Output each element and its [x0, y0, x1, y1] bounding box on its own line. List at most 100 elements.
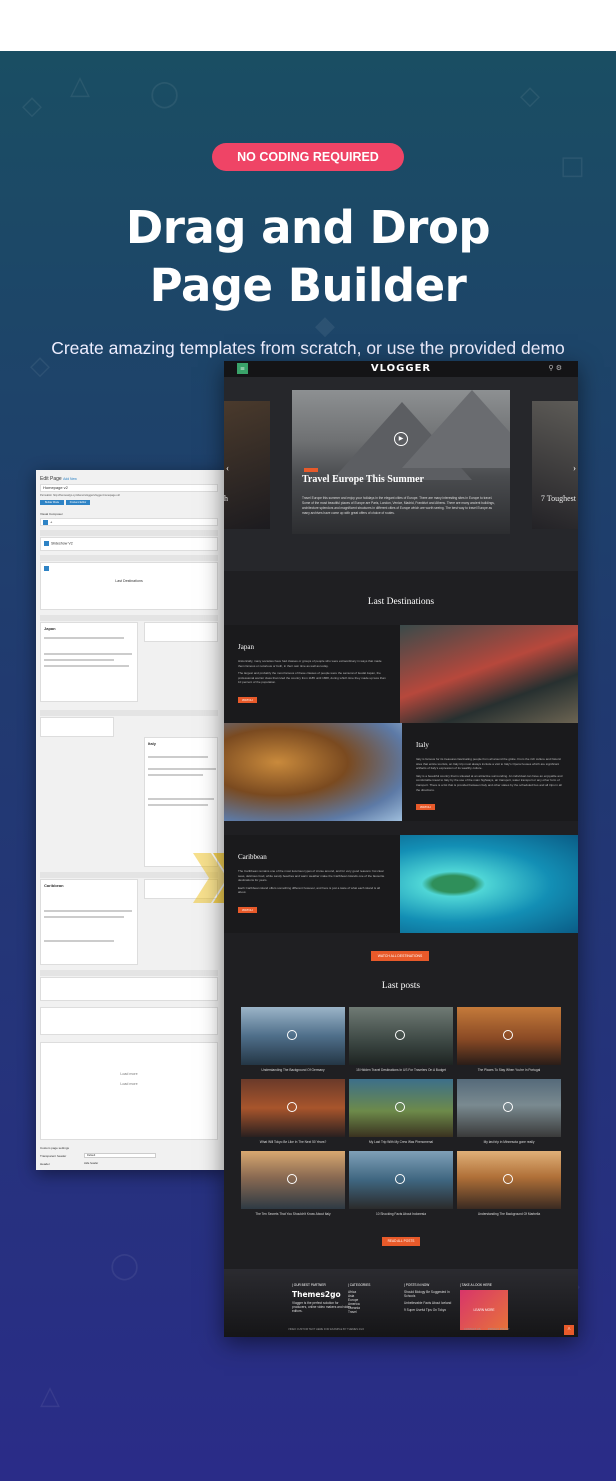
permalink[interactable]: Permalink: http://themes2go.xyz/demo/vlo… — [40, 494, 120, 497]
site-logo[interactable]: VLOGGER — [224, 363, 578, 374]
footer-heading: | TAKE A LOOK HERE — [460, 1283, 492, 1287]
add-new-link[interactable]: Add New — [63, 477, 77, 481]
prev-slide[interactable] — [224, 401, 270, 529]
text-line — [44, 659, 114, 661]
play-icon — [395, 1174, 405, 1184]
play-icon — [395, 1030, 405, 1040]
frontend-editor-button[interactable]: Frontend Editor — [66, 500, 90, 505]
text-line — [148, 756, 208, 758]
slider-prev-arrow[interactable]: ‹ — [226, 463, 229, 473]
next-slide[interactable] — [532, 401, 578, 529]
page-title: Drag and Drop Page Builder — [0, 199, 616, 315]
decor-shape: □ — [560, 151, 585, 181]
post-card[interactable]: 15 Hidden Travel Destinations In US For … — [349, 1007, 453, 1072]
post-title: My last trip in Minnesota gone really — [483, 1140, 535, 1144]
play-icon — [395, 1102, 405, 1112]
post-title: The Ten Secrets That You Shouldn't Know … — [255, 1212, 331, 1216]
main-slide[interactable]: ▶ Travel Europe This Summer Travel Europ… — [292, 390, 510, 534]
hide-header-checkbox[interactable]: Hide header — [84, 1162, 98, 1165]
caribbean-column[interactable]: Caribbean — [40, 879, 138, 965]
post-grid-element[interactable]: Load more Load more — [40, 1042, 218, 1140]
empty-row[interactable] — [40, 1007, 218, 1035]
decor-shape: ◆ — [315, 311, 335, 341]
watch-button[interactable]: WATCH — [238, 696, 257, 703]
post-card[interactable]: What Will Tokyo Be Like In The Next 50 Y… — [241, 1079, 345, 1144]
contact-link[interactable]: CONTACT US — [464, 1328, 481, 1331]
post-card[interactable]: Understanding The Background Of Marbella — [457, 1151, 561, 1216]
promo-banner[interactable]: LEARN MORE — [460, 1290, 508, 1330]
destinations-row[interactable]: Last Destinations — [40, 562, 218, 610]
text-line — [44, 940, 114, 942]
editor-heading: Edit Page Add New — [40, 476, 77, 482]
site-navbar: ≡ VLOGGER ⚲ ⚙ — [224, 361, 578, 377]
play-icon[interactable]: ▶ — [394, 432, 408, 446]
nav-icons[interactable]: ⚲ ⚙ — [548, 364, 562, 372]
section-element[interactable] — [40, 977, 218, 1001]
text-line — [44, 653, 132, 655]
caribbean-label: Caribbean — [44, 883, 64, 888]
wp-editor-screenshot: Edit Page Add New Homepage v2 Permalink:… — [36, 470, 226, 1170]
post-card[interactable]: My last trip in Minnesota gone really — [457, 1079, 561, 1144]
destination-name: Italy — [416, 741, 429, 749]
hero-slider: h 7 Toughest ‹ › ▶ Travel Europe This Su… — [224, 377, 578, 571]
watch-button[interactable]: WATCH — [416, 804, 435, 811]
footer-col-categories: | CATEGORIES Africa Asia Europe America … — [348, 1283, 398, 1314]
row-control-bar[interactable] — [40, 970, 218, 976]
privacy-link[interactable]: PRIVACY POLICY — [488, 1328, 509, 1331]
row-control-bar[interactable] — [40, 530, 218, 536]
footer-post-link[interactable]: Unbelievable Facts About Iceland — [404, 1301, 454, 1305]
row-control-bar[interactable] — [40, 615, 218, 621]
footer-col-partner: | OUR BEST PARTNER Themes2go Vlogger is … — [292, 1283, 352, 1313]
slideshow-element[interactable]: Slideshow V2 — [40, 537, 218, 551]
decor-shape: △ — [70, 71, 90, 101]
add-element-icon[interactable]: + — [50, 519, 52, 524]
footer-post-link[interactable]: 9 Super Useful Tips On Tokyo — [404, 1308, 454, 1312]
slide-tag — [304, 468, 318, 472]
watch-all-destinations-button[interactable]: WATCH ALL DESTINATIONS — [371, 951, 429, 961]
read-all-posts-button[interactable]: READ ALL POSTS — [382, 1237, 420, 1246]
post-card[interactable]: Understanding The Background Of Germany — [241, 1007, 345, 1072]
play-icon — [503, 1030, 513, 1040]
destination-text: Italy is a beautiful country that is sit… — [416, 773, 563, 792]
destination-text: The Caribbean remains one of the most lu… — [238, 869, 385, 883]
play-icon — [503, 1174, 513, 1184]
decor-shape: ◇ — [520, 81, 540, 111]
watch-button[interactable]: WATCH — [238, 906, 257, 913]
italy-image[interactable] — [224, 723, 402, 821]
post-title: The Places To Stay When You're In Portug… — [477, 1068, 541, 1072]
japan-column[interactable]: Japan — [40, 622, 138, 702]
category-link[interactable]: Travel — [348, 1310, 398, 1314]
post-title: 10 Shocking Facts About Indonesia — [376, 1212, 426, 1216]
play-icon — [503, 1102, 513, 1112]
post-title: Understanding The Background Of Germany — [261, 1068, 325, 1072]
themes2go-logo[interactable]: Themes2go — [292, 1290, 352, 1299]
post-card[interactable]: 10 Shocking Facts About Indonesia — [349, 1151, 453, 1216]
page-title-input[interactable]: Homepage v2 — [40, 484, 218, 492]
column-placeholder[interactable] — [40, 717, 114, 737]
caribbean-image[interactable] — [400, 835, 578, 933]
post-card[interactable]: My Last Trip With My Crew Was Phenomenal — [349, 1079, 453, 1144]
destination-text: Each Caribbean island offers something d… — [238, 885, 380, 895]
row-control-bar[interactable] — [40, 555, 218, 561]
decor-shape: ◯ — [110, 1251, 140, 1281]
italy-column[interactable]: Italy — [144, 737, 218, 867]
post-card[interactable]: The Ten Secrets That You Shouldn't Know … — [241, 1151, 345, 1216]
builder-mode-button[interactable]: Builder Mode — [40, 500, 64, 505]
destination-text: Historically, many societies have had cl… — [238, 659, 382, 668]
footer-post-link[interactable]: Should Biology Be Suggested In Schools — [404, 1290, 454, 1298]
column-placeholder[interactable] — [144, 622, 218, 642]
footer-col-posts: | POSTS IN NOW Should Biology Be Suggest… — [404, 1283, 454, 1312]
load-more-label: Load more — [120, 1082, 138, 1086]
back-to-top-button[interactable]: ^ — [564, 1325, 574, 1335]
post-card[interactable]: The Places To Stay When You're In Portug… — [457, 1007, 561, 1072]
slider-next-arrow[interactable]: › — [573, 463, 576, 473]
row-control-bar[interactable] — [40, 710, 218, 716]
japan-image[interactable] — [400, 625, 578, 723]
row-control-bar[interactable] — [40, 872, 218, 878]
transparent-header-select[interactable]: Default — [84, 1153, 156, 1158]
destination-text: The largest and probably the most famous… — [238, 671, 386, 685]
vc-logo-icon — [43, 520, 48, 525]
slide-title[interactable]: Travel Europe This Summer — [302, 474, 424, 485]
next-slide-title: 7 Toughest — [540, 494, 576, 503]
destination-text: Italy is famous for its treasures fascin… — [416, 757, 562, 771]
